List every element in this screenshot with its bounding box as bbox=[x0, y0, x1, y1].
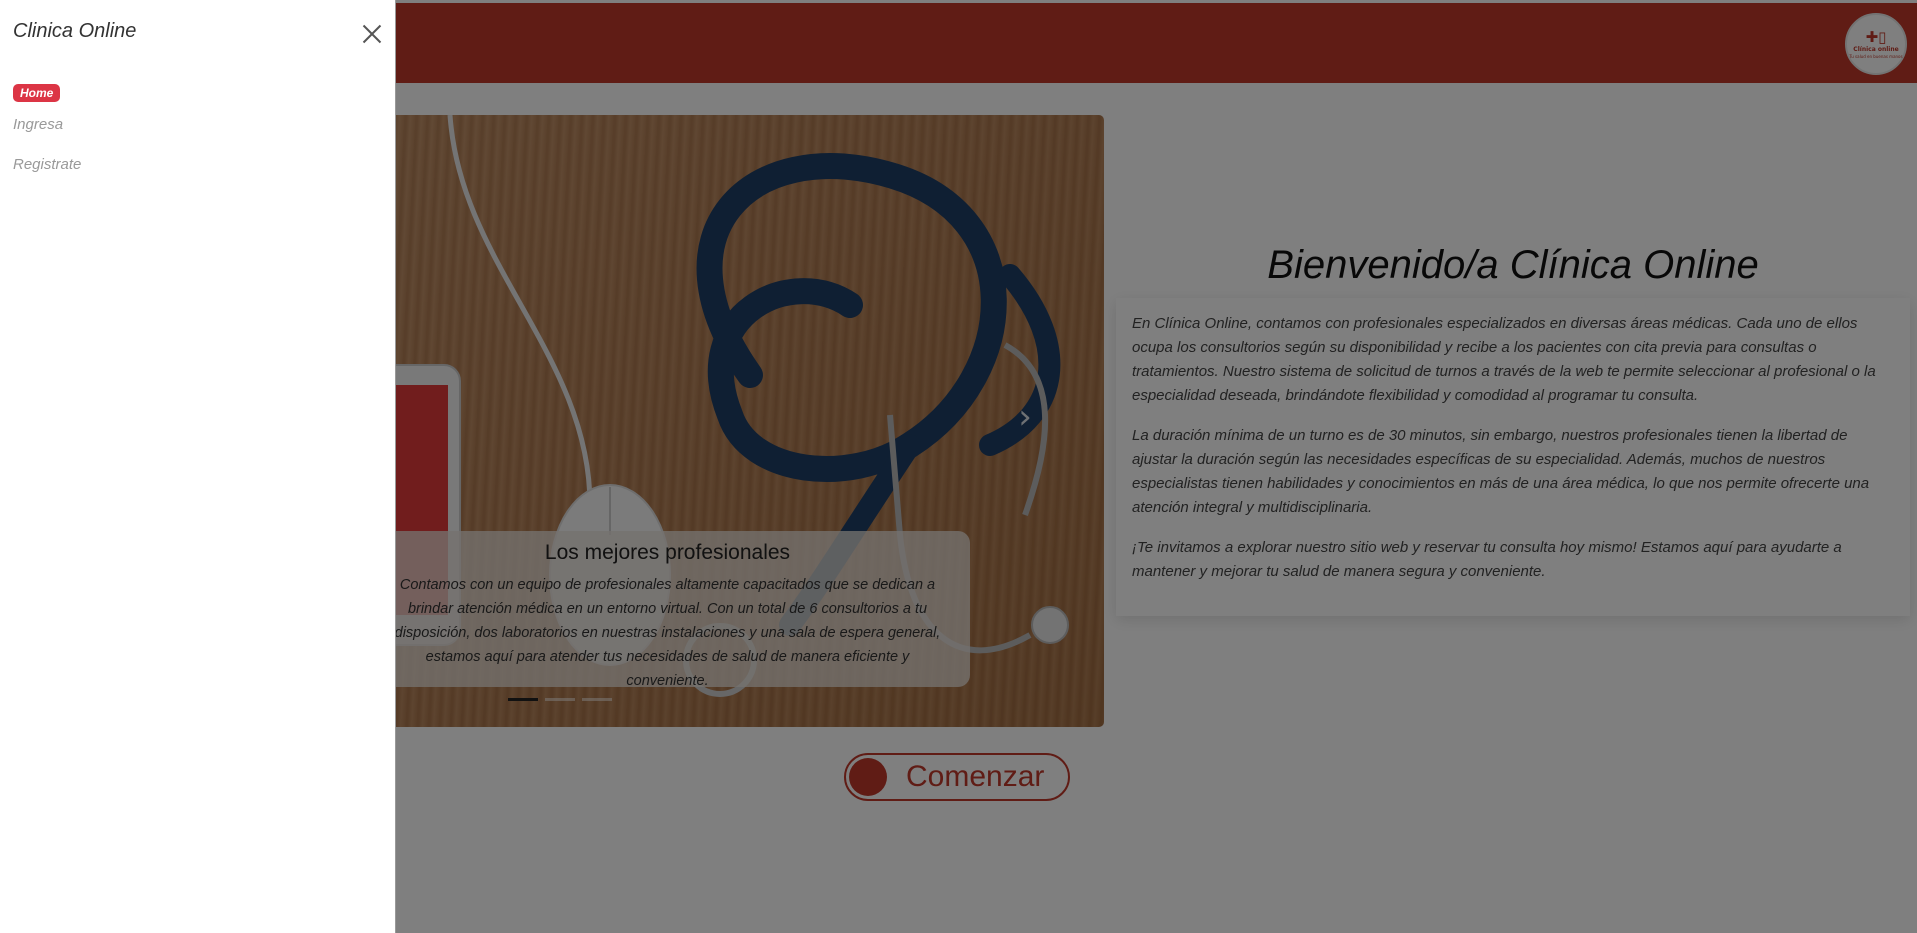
close-icon[interactable] bbox=[360, 22, 384, 46]
nav-item-home[interactable]: Home bbox=[13, 84, 61, 102]
side-drawer: Clinica Online Home Ingresa Registrate bbox=[0, 0, 396, 933]
nav-item-ingresa[interactable]: Ingresa bbox=[13, 116, 63, 133]
nav-item-registrate[interactable]: Registrate bbox=[13, 156, 81, 173]
drawer-title: Clinica Online bbox=[13, 20, 137, 42]
